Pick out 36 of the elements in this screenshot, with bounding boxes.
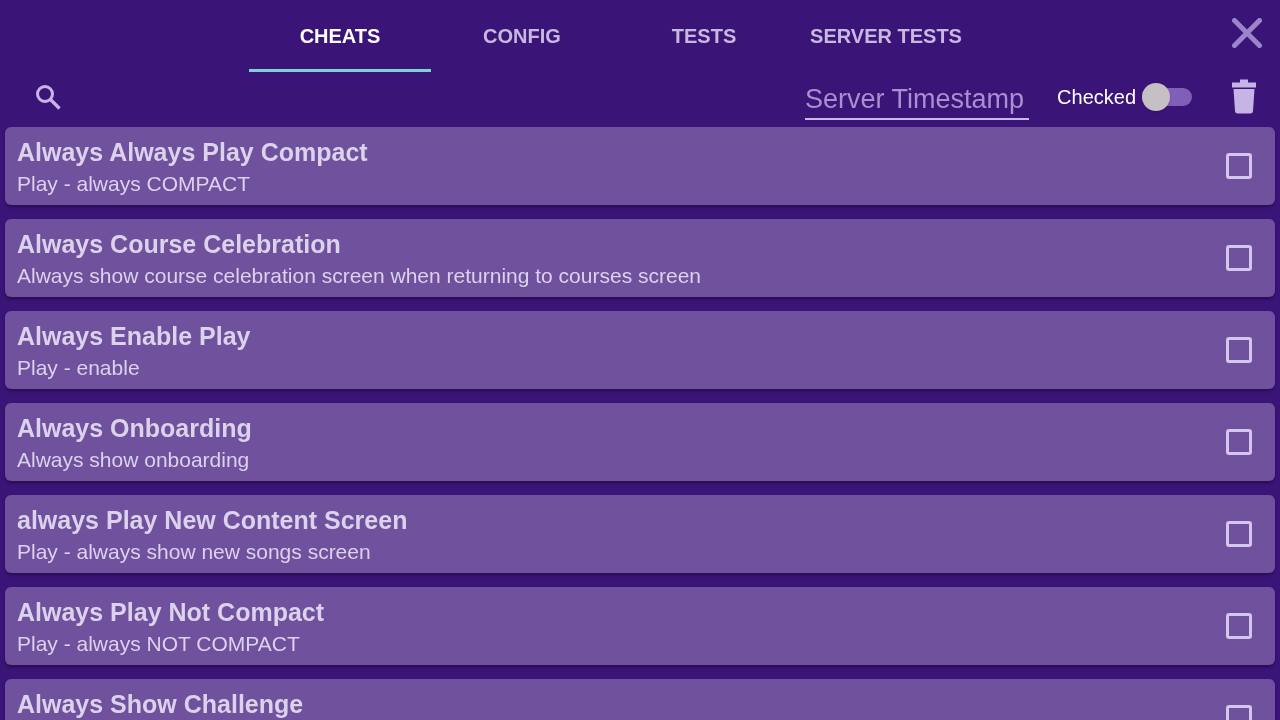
cheat-title: Always Show Challenge — [17, 690, 304, 719]
cheat-row[interactable]: Always Show Challenge — [5, 679, 1275, 720]
checkbox[interactable] — [1226, 245, 1252, 271]
checkbox[interactable] — [1226, 153, 1252, 179]
cheat-row[interactable]: Always Course Celebration Always show course celebration screen when returning to courses screen — [5, 219, 1275, 297]
cheat-row[interactable]: Always Enable Play Play - enable — [5, 311, 1275, 389]
toggle-label: Checked — [1057, 84, 1136, 110]
tab[interactable]: SERVER TESTS — [795, 0, 977, 72]
cheat-title: Always Play Not Compact — [17, 598, 325, 627]
cheat-description: Play - always COMPACT — [17, 172, 251, 196]
checkbox[interactable] — [1226, 429, 1252, 455]
search-icon[interactable] — [35, 83, 61, 110]
cheat-title: always Play New Content Screen — [17, 506, 408, 535]
cheat-description: Play - always show new songs screen — [17, 540, 372, 564]
tab[interactable]: CONFIG — [431, 0, 613, 72]
tab[interactable]: TESTS — [613, 0, 795, 72]
cheat-title: Always Always Play Compact — [17, 138, 368, 167]
cheat-description: Play - always NOT COMPACT — [17, 632, 301, 656]
cheat-title: Always Enable Play — [17, 322, 251, 351]
close-icon[interactable] — [1232, 18, 1262, 48]
toggle-switch[interactable] — [1142, 82, 1192, 111]
cheat-description: Always show onboarding — [17, 448, 251, 472]
cheat-description: Play - enable — [17, 356, 141, 380]
trash-icon[interactable] — [1231, 79, 1257, 114]
checkbox[interactable] — [1226, 521, 1252, 547]
cheat-row[interactable]: Always Onboarding Always show onboarding — [5, 403, 1275, 481]
cheat-title: Always Onboarding — [17, 414, 252, 443]
cheat-row[interactable]: Always Always Play Compact Play - always COMPACT — [5, 127, 1275, 205]
checkbox[interactable] — [1226, 613, 1252, 639]
cheat-row[interactable]: Always Play Not Compact Play - always NOT COMPACT — [5, 587, 1275, 665]
cheat-title: Always Course Celebration — [17, 230, 342, 259]
checkbox[interactable] — [1226, 337, 1252, 363]
cheat-row[interactable]: always Play New Content Screen Play - always show new songs screen — [5, 495, 1275, 573]
tab[interactable]: CHEATS — [249, 0, 431, 72]
search-field[interactable]: Server Timestamp — [805, 77, 1030, 120]
cheat-description: Always show course celebration screen when returning to courses screen — [17, 264, 701, 288]
